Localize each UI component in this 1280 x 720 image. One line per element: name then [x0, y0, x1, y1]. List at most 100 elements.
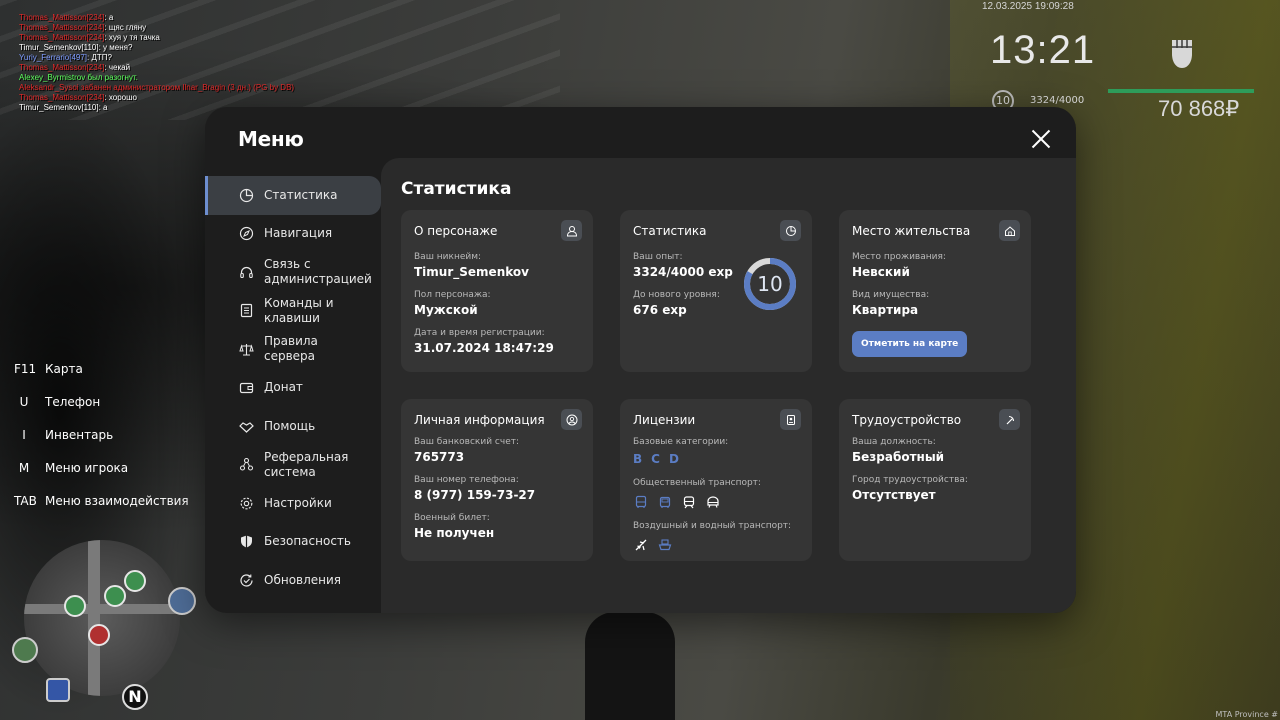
keybind-action: Меню игрока [45, 460, 129, 475]
gender-value: Мужской [414, 303, 478, 317]
nav-item-security[interactable]: Безопасность [205, 523, 381, 562]
nav-item-donate[interactable]: Донат [205, 369, 381, 408]
keybind-action: Телефон [45, 394, 101, 409]
nav-item-label: Безопасность [264, 534, 351, 549]
pie-chart-icon [238, 187, 254, 203]
chat-author: Thomas_Mattisson[234] [19, 13, 105, 22]
job-city-label: Город трудоустройства: [852, 475, 968, 485]
chat-author: Thomas_Mattisson[234] [19, 93, 105, 102]
nav-item-commands-keys[interactable]: Команды и клавиши [205, 292, 381, 331]
chat-line: Thomas_Mattisson[234]: хорошо [19, 93, 137, 102]
hospital-icon [88, 624, 110, 646]
mark-on-map-button[interactable]: Отметить на карте [852, 331, 968, 357]
chat-message: хуя у тя тачка [108, 33, 160, 42]
hud-clock: 13:21 [990, 28, 1096, 72]
menu-content: Статистика О персонаже Ваш никнейм: Timu… [381, 158, 1076, 613]
nav-item-server-rules[interactable]: Правила сервера [205, 330, 381, 369]
trolleybus-icon [657, 494, 672, 509]
gear-icon [238, 495, 254, 511]
keybind-action: Инвентарь [45, 427, 114, 442]
chat-message: а [108, 13, 114, 22]
chat-line: Yuriy_Ferrario[497]: ДТП? [19, 53, 112, 62]
minimap [24, 540, 180, 696]
chat-author: Thomas_Mattisson[234] [19, 33, 105, 42]
bank-value: 765773 [414, 450, 465, 464]
refresh-check-icon [238, 572, 254, 588]
card-licenses: Лицензии Базовые категории: BCD Обществе… [620, 399, 812, 561]
user-icon [561, 220, 582, 241]
health-bar [1108, 89, 1254, 93]
chat-line: Alexey_Byrmistrov был разогнут. [19, 73, 294, 83]
chat-log: Thomas_Mattisson[234]: а Thomas_Mattisson… [19, 13, 294, 113]
home-icon [999, 220, 1020, 241]
menu-title: Меню [238, 127, 304, 151]
compass-icon [238, 226, 254, 242]
keybind-row: U Телефон [14, 385, 189, 418]
license-category: D [668, 452, 679, 466]
keybind-key: U [19, 394, 29, 409]
headset-icon [238, 264, 254, 280]
public-transport-icons [633, 494, 799, 509]
nav-item-settings[interactable]: Настройки [205, 484, 381, 523]
license-category: C [651, 452, 660, 466]
card-title: Трудоустройство [852, 413, 962, 427]
nav-item-label: Донат [264, 380, 303, 395]
chat-line: Thomas_Mattisson[234]: чекай [19, 63, 131, 72]
keybind-action: Карта [45, 361, 83, 376]
close-button[interactable] [1031, 129, 1051, 149]
air-water-icons [633, 537, 799, 552]
nav-item-label: Навигация [264, 226, 333, 241]
position-label: Ваша должность: [852, 437, 936, 447]
card-title: О персонаже [414, 224, 498, 238]
chat-message: чекай [108, 63, 131, 72]
nav-item-statistics[interactable]: Статистика [205, 176, 381, 215]
nav-item-label: Настройки [264, 495, 332, 510]
nav-item-label: Команды и клавиши [264, 295, 334, 325]
property-label: Вид имущества: [852, 290, 930, 300]
base-categories-label: Базовые категории: [633, 437, 729, 447]
handshake-icon [238, 418, 254, 434]
card-title: Личная информация [414, 413, 545, 427]
scales-icon [238, 341, 254, 357]
chat-message: а [103, 103, 108, 112]
military-label: Военный билет: [414, 513, 490, 523]
nav-item-label: Помощь [264, 418, 316, 433]
nav-item-label: Обновления [264, 572, 342, 587]
card-residence: Место жительства Место проживания: Невск… [839, 210, 1031, 372]
tram-icon [681, 494, 696, 509]
chat-line: Thomas_Mattisson[234]: щяс гляну [19, 23, 147, 32]
card-personal: Личная информация Ваш банковский счет: 7… [401, 399, 593, 561]
bank-icon [12, 637, 38, 663]
nav-item-navigation[interactable]: Навигация [205, 215, 381, 254]
keybind-row: F11 Карта [14, 352, 189, 385]
bus-stop-icon [168, 587, 196, 615]
card-character: О персонаже Ваш никнейм: Timur_Semenkov … [401, 210, 593, 372]
nav-item-updates[interactable]: Обновления [205, 561, 381, 600]
license-categories: BCD [633, 452, 799, 466]
north-indicator: N [122, 684, 148, 710]
license-category: B [633, 452, 643, 466]
card-stats: Статистика Ваш опыт: 3324/4000 exp До но… [620, 210, 812, 372]
nav-item-help[interactable]: Помощь [205, 407, 381, 446]
nav-item-referral[interactable]: Реферальная система [205, 446, 381, 485]
nav-item-admin-contact[interactable]: Связь с администрацией [205, 253, 381, 292]
hud-exp: 3324/4000 [1030, 95, 1085, 106]
boat-icon [657, 537, 672, 552]
keybind-row: M Меню игрока [14, 451, 189, 484]
chat-author: Yuriy_Ferrario[497] [19, 53, 88, 62]
hud-money: 70 868₽ [1158, 96, 1240, 121]
residence-label: Место проживания: [852, 252, 946, 262]
chat-line: Thomas_Mattisson[234]: хуя у тя тачка [19, 33, 160, 42]
chat-author: Timur_Semenkov[110] [19, 43, 99, 52]
nav-item-label: Реферальная система [264, 449, 349, 479]
chat-author: Thomas_Mattisson[234] [19, 63, 105, 72]
keybind-key: TAB [14, 493, 37, 508]
chat-message: хорошо [108, 93, 137, 102]
card-job: Трудоустройство Ваша должность: Безработ… [839, 399, 1031, 561]
chat-author: Thomas_Mattisson[234] [19, 23, 105, 32]
shield-icon [238, 534, 254, 550]
registration-label: Дата и время регистрации: [414, 328, 545, 338]
pickaxe-icon [999, 409, 1020, 430]
job-city-value: Отсутствует [852, 488, 936, 502]
fist-icon [1172, 40, 1192, 68]
